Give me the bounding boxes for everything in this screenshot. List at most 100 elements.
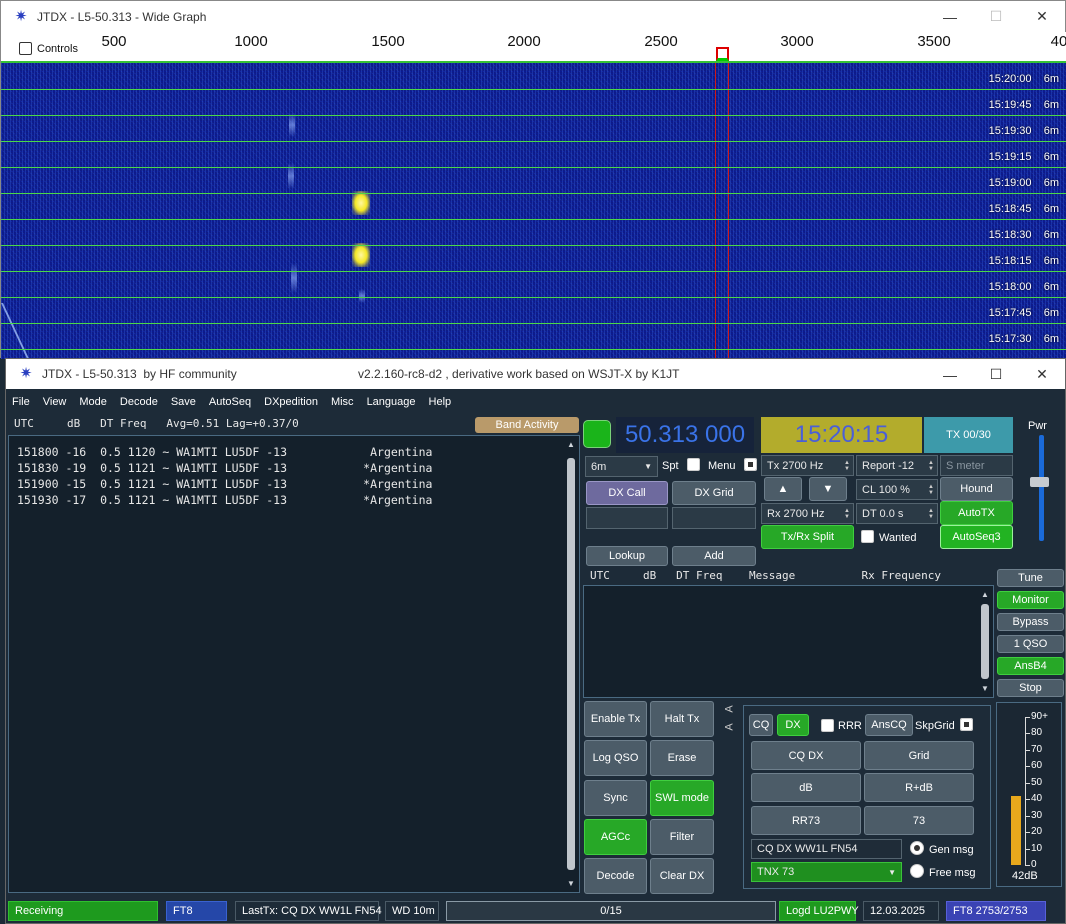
maximize-icon[interactable]: ☐ xyxy=(973,1,1019,32)
hound-button[interactable]: Hound xyxy=(940,477,1013,501)
menu-save[interactable]: Save xyxy=(171,396,196,408)
scroll-up-icon[interactable]: ▲ xyxy=(979,590,991,599)
pwr-slider-handle[interactable] xyxy=(1030,477,1049,487)
decode-line[interactable]: 151900 -15 0.5 1121 ~ WA1MTI LU5DF -13 *… xyxy=(9,476,579,492)
db-button[interactable]: dB xyxy=(751,773,861,802)
gen-msg-field[interactable]: CQ DX WW1L FN54 xyxy=(751,839,902,859)
swl-mode-button[interactable]: SWL mode xyxy=(650,780,714,816)
cl-spinbox[interactable]: CL 100 % ▲ ▼ xyxy=(856,479,938,500)
autoseq3-button[interactable]: AutoSeq3 xyxy=(940,525,1013,549)
erase-button[interactable]: Erase xyxy=(650,740,714,776)
dx-grid-button[interactable]: DX Grid xyxy=(672,481,756,505)
maximize-icon[interactable]: ☐ xyxy=(973,359,1019,390)
tx-up-button[interactable]: ▲ xyxy=(764,477,802,501)
dx-grid-input[interactable] xyxy=(672,507,756,529)
tab-a[interactable]: A xyxy=(724,705,736,712)
frequency-scale[interactable]: Controls 500 1000 1500 2000 2500 3000 35… xyxy=(1,32,1066,63)
scroll-down-icon[interactable]: ▼ xyxy=(565,879,577,888)
dt-spinbox[interactable]: DT 0.0 s ▲ ▼ xyxy=(856,503,938,524)
band-select[interactable]: 6m ▼ xyxy=(585,456,658,477)
clear-dx-button[interactable]: Clear DX xyxy=(650,858,714,894)
menu-dxpedition[interactable]: DXpedition xyxy=(264,396,318,408)
wanted-checkbox[interactable] xyxy=(861,530,874,543)
dx-call-button[interactable]: DX Call xyxy=(586,481,668,505)
waterfall-timestamp: 15:18:00 6m xyxy=(988,281,1059,293)
monitor-button[interactable]: Monitor xyxy=(997,591,1064,609)
decode-button[interactable]: Decode xyxy=(584,858,647,894)
agcc-button[interactable]: AGCc xyxy=(584,819,647,855)
menu-language[interactable]: Language xyxy=(367,396,416,408)
decode-line[interactable]: 151930 -17 0.5 1121 ~ WA1MTI LU5DF -13 *… xyxy=(9,492,579,508)
sync-button[interactable]: Sync xyxy=(584,780,647,816)
tx-rx-split-button[interactable]: Tx/Rx Split xyxy=(761,525,854,549)
stop-button[interactable]: Stop xyxy=(997,679,1064,697)
tab-b[interactable]: A xyxy=(724,723,736,730)
rrr-checkbox[interactable] xyxy=(821,719,834,732)
skpgrid-checkbox[interactable] xyxy=(960,718,973,731)
free-msg-select[interactable]: TNX 73 ▼ xyxy=(751,862,902,882)
minimize-icon[interactable]: — xyxy=(927,1,973,32)
cq-button[interactable]: CQ xyxy=(749,714,773,736)
waterfall-gridline xyxy=(1,193,1066,194)
controls-toggle[interactable]: Controls xyxy=(19,42,78,55)
waterfall-display[interactable] xyxy=(1,63,1066,359)
one-qso-button[interactable]: 1 QSO xyxy=(997,635,1064,653)
minimize-icon[interactable]: — xyxy=(927,359,973,390)
menu-decode[interactable]: Decode xyxy=(120,396,158,408)
dx-button[interactable]: DX xyxy=(777,714,809,736)
decode-line[interactable]: 151800 -16 0.5 1120 ~ WA1MTI LU5DF -13 A… xyxy=(9,444,579,460)
menu-view[interactable]: View xyxy=(43,396,67,408)
band-activity-scrollbar[interactable]: ▲ ▼ xyxy=(565,438,577,890)
main-titlebar: ✷ JTDX - L5-50.313 by HF community v2.2.… xyxy=(6,359,1065,389)
tx-freq-marker[interactable] xyxy=(716,47,729,61)
rx-scrollbar[interactable]: ▲ ▼ xyxy=(979,588,991,695)
log-qso-button[interactable]: Log QSO xyxy=(584,740,647,776)
report-spinbox[interactable]: Report -12 ▲ ▼ xyxy=(856,455,938,476)
menu-mode[interactable]: Mode xyxy=(79,396,107,408)
seventy-three-button[interactable]: 73 xyxy=(864,806,974,835)
meter-tick xyxy=(1025,832,1030,834)
gen-msg-radio[interactable] xyxy=(910,841,924,855)
dx-call-input[interactable] xyxy=(586,507,668,529)
menu-misc[interactable]: Misc xyxy=(331,396,354,408)
rr73-button[interactable]: RR73 xyxy=(751,806,861,835)
tx-counter[interactable]: TX 00/30 xyxy=(924,417,1013,453)
band-activity-button[interactable]: Band Activity xyxy=(475,417,579,433)
free-msg-radio[interactable] xyxy=(910,864,924,878)
menu-file[interactable]: File xyxy=(12,396,30,408)
menu-help[interactable]: Help xyxy=(429,396,452,408)
scroll-down-icon[interactable]: ▼ xyxy=(979,684,991,693)
r-db-button[interactable]: R+dB xyxy=(864,773,974,802)
decode-line[interactable]: 151830 -19 0.5 1121 ~ WA1MTI LU5DF -13 *… xyxy=(9,460,579,476)
tx-down-button[interactable]: ▼ xyxy=(809,477,847,501)
add-button[interactable]: Add xyxy=(672,546,756,566)
enable-tx-button[interactable]: Enable Tx xyxy=(584,701,647,737)
menu-autoseq[interactable]: AutoSeq xyxy=(209,396,251,408)
wanted-label: Wanted xyxy=(879,532,917,544)
autotx-button[interactable]: AutoTX xyxy=(940,501,1013,525)
tune-button[interactable]: Tune xyxy=(997,569,1064,587)
ansb4-button[interactable]: AnsB4 xyxy=(997,657,1064,675)
band-activity-list[interactable]: 151800 -16 0.5 1120 ~ WA1MTI LU5DF -13 A… xyxy=(8,435,580,893)
tab-strip[interactable]: A A xyxy=(718,693,742,741)
wide-graph-title: JTDX - L5-50.313 - Wide Graph xyxy=(37,9,207,24)
spt-checkbox[interactable] xyxy=(687,458,700,471)
menu-checkbox[interactable] xyxy=(744,458,757,471)
tx-freq-spinbox[interactable]: Tx 2700 Hz ▲ ▼ xyxy=(761,455,854,476)
controls-checkbox[interactable] xyxy=(19,42,32,55)
filter-button[interactable]: Filter xyxy=(650,819,714,855)
bypass-button[interactable]: Bypass xyxy=(997,613,1064,631)
lookup-button[interactable]: Lookup xyxy=(586,546,668,566)
pwr-slider[interactable] xyxy=(1039,435,1044,541)
close-icon[interactable]: ✕ xyxy=(1019,359,1065,390)
halt-tx-button[interactable]: Halt Tx xyxy=(650,701,714,737)
anscq-button[interactable]: AnsCQ xyxy=(865,714,913,736)
close-icon[interactable]: ✕ xyxy=(1019,1,1065,32)
rx-frequency-list[interactable]: ▲ ▼ xyxy=(583,585,994,698)
scroll-up-icon[interactable]: ▲ xyxy=(565,440,577,449)
receiving-status: Receiving xyxy=(8,901,158,921)
cq-dx-button[interactable]: CQ DX xyxy=(751,741,861,770)
grid-button[interactable]: Grid xyxy=(864,741,974,770)
rx-freq-spinbox[interactable]: Rx 2700 Hz ▲ ▼ xyxy=(761,503,854,524)
main-title: JTDX - L5-50.313 by HF community xyxy=(42,367,237,381)
